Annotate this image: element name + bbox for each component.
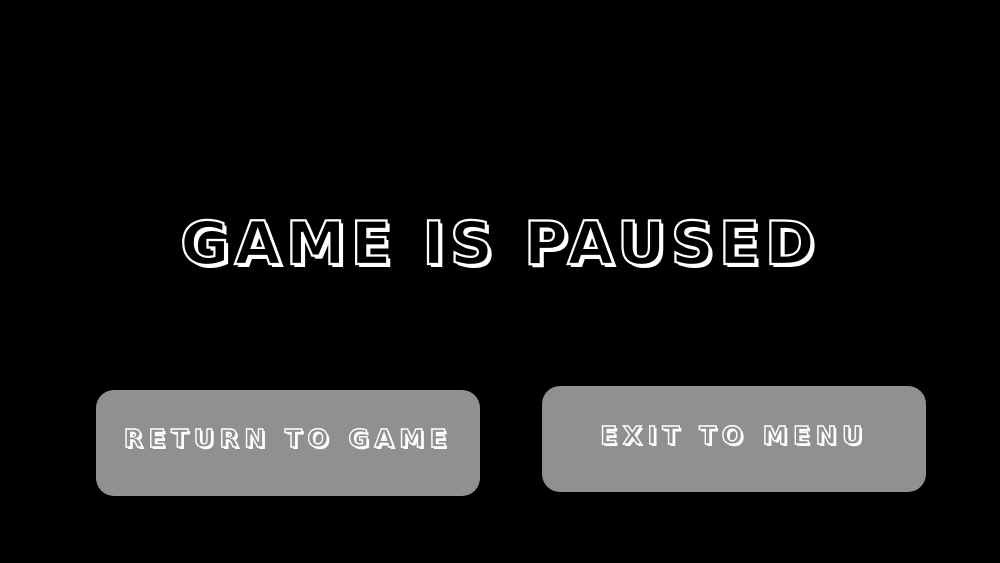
pause-screen: GAME IS PAUSED RETURN TO GAME EXIT TO ME… (0, 0, 1000, 563)
exit-to-menu-button[interactable]: EXIT TO MENU (542, 386, 926, 492)
pause-title: GAME IS PAUSED (179, 208, 820, 280)
return-to-game-label: RETURN TO GAME (123, 423, 453, 453)
exit-to-menu-label: EXIT TO MENU (599, 420, 868, 450)
return-to-game-button[interactable]: RETURN TO GAME (96, 390, 480, 496)
